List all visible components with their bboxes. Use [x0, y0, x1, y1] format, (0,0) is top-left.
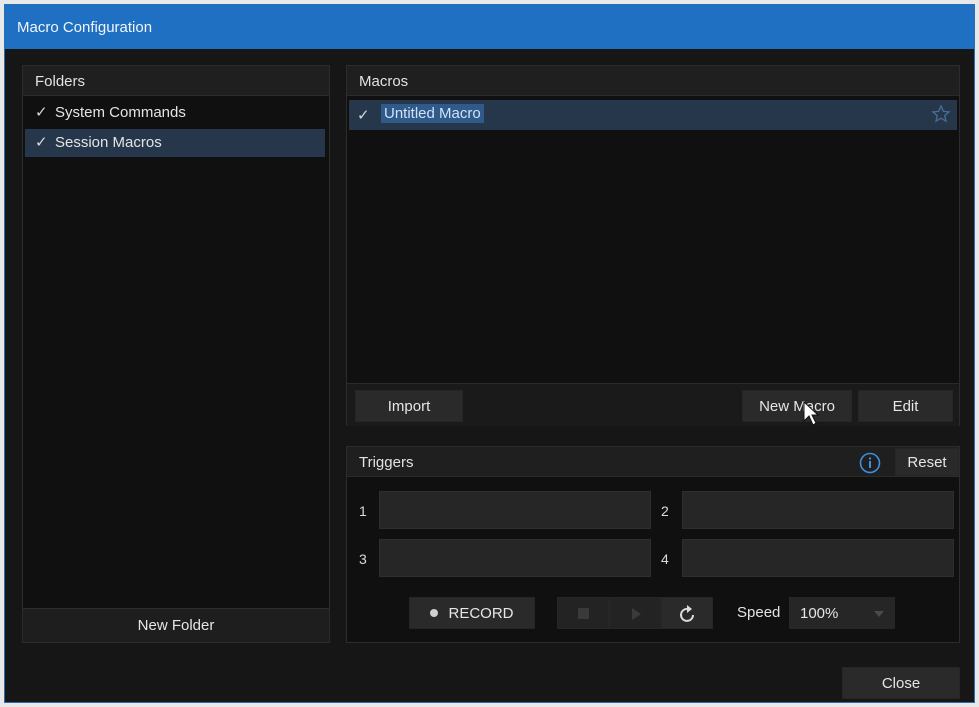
edit-button[interactable]: Edit: [858, 390, 953, 422]
folder-item-session-macros[interactable]: ✓ Session Macros: [25, 129, 325, 157]
info-circle-icon[interactable]: [859, 452, 881, 479]
trigger-4-number: 4: [661, 551, 669, 567]
chevron-down-icon: [874, 611, 884, 617]
stop-icon: [578, 608, 589, 619]
trigger-1-number: 1: [359, 503, 367, 519]
import-button[interactable]: Import: [355, 390, 463, 422]
new-macro-button[interactable]: New Macro: [742, 390, 852, 422]
checkmark-icon: ✓: [35, 134, 48, 151]
folder-item-label: Session Macros: [55, 134, 162, 151]
stop-button[interactable]: [557, 597, 609, 629]
triggers-panel: Triggers Reset 1 2 3 4 RECORD Speed 100%: [346, 446, 960, 643]
close-button[interactable]: Close: [842, 667, 960, 699]
trigger-3-number: 3: [359, 551, 367, 567]
speed-label: Speed: [737, 604, 781, 621]
folder-item-system-commands[interactable]: ✓ System Commands: [25, 99, 325, 127]
speed-value: 100%: [800, 605, 839, 622]
macros-toolbar: Import New Macro Edit: [347, 383, 959, 426]
play-button[interactable]: [609, 597, 661, 629]
checkmark-icon: ✓: [357, 107, 370, 124]
folders-panel: Folders ✓ System Commands ✓ Session Macros…: [22, 65, 330, 643]
folders-header: Folders: [23, 66, 329, 96]
record-button[interactable]: RECORD: [409, 597, 535, 629]
macro-item-label: Untitled Macro: [381, 104, 484, 123]
mouse-cursor-icon: [803, 401, 819, 426]
trigger-4-field[interactable]: [682, 539, 954, 577]
macros-header: Macros: [347, 66, 959, 96]
trigger-2-number: 2: [661, 503, 669, 519]
new-folder-button[interactable]: New Folder: [23, 608, 329, 642]
dialog-body: Folders ✓ System Commands ✓ Session Macros…: [5, 49, 974, 702]
star-outline-icon[interactable]: [931, 104, 951, 129]
checkmark-icon: ✓: [35, 104, 48, 121]
window-title: Macro Configuration: [5, 5, 974, 49]
play-icon: [632, 608, 641, 620]
record-label: RECORD: [448, 605, 514, 622]
loop-button[interactable]: [661, 597, 713, 629]
macros-panel: Macros ✓ Untitled Macro Import New Macro…: [346, 65, 960, 426]
macro-item-untitled[interactable]: ✓ Untitled Macro: [349, 100, 957, 130]
record-dot-icon: [430, 609, 439, 618]
macro-configuration-window: Macro Configuration Folders ✓ System Comm…: [4, 4, 975, 703]
speed-select[interactable]: 100%: [789, 597, 895, 629]
trigger-1-field[interactable]: [379, 491, 651, 529]
reset-button[interactable]: Reset: [895, 448, 959, 476]
trigger-2-field[interactable]: [682, 491, 954, 529]
trigger-3-field[interactable]: [379, 539, 651, 577]
loop-icon: [680, 605, 694, 622]
folder-item-label: System Commands: [55, 104, 186, 121]
